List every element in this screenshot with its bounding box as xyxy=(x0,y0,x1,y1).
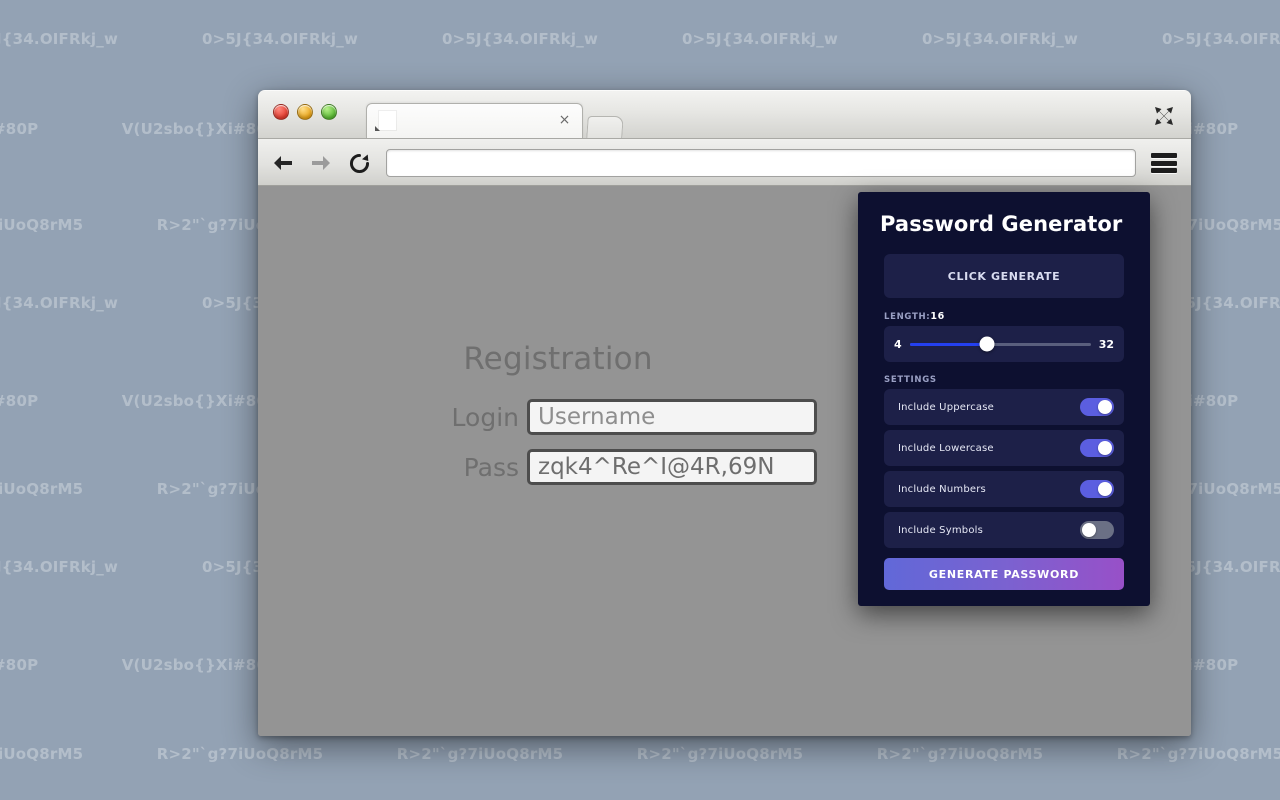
browser-title-bar: × xyxy=(258,90,1191,139)
arrow-left-icon[interactable] xyxy=(270,150,296,176)
slider-min-label: 4 xyxy=(894,337,902,351)
password-label: Pass xyxy=(463,452,519,482)
length-label: LENGTH:16 xyxy=(884,311,1136,322)
wallpaper-watermark-row: 0>5J{34.OIFRkj_w 0>5J{34.OIFRkj_w 0>5J{34.… xyxy=(0,30,1280,48)
wallpaper-watermark-text: 0>5J{34.OIFRkj_w xyxy=(921,30,1079,48)
wallpaper-watermark-text: 0>5J{34.OIFRkj_w xyxy=(1161,30,1280,48)
length-label-prefix: LENGTH: xyxy=(884,312,931,322)
wallpaper-watermark-text: 0>5J{34.OIFRkj_w xyxy=(0,294,119,312)
wallpaper-watermark-text: R>2"`g?7iUoQ8rM5 xyxy=(636,745,804,763)
toggle-include-lowercase[interactable]: Include Lowercase xyxy=(884,430,1124,466)
wallpaper-watermark-text: R>2"`g?7iUoQ8rM5 xyxy=(0,216,84,234)
form-row-password: Pass zqk4^Re^I@4R,69N xyxy=(258,449,858,485)
new-tab-button[interactable] xyxy=(586,116,624,138)
wallpaper-watermark-text: 0>5J{34.OIFRkj_w xyxy=(441,30,599,48)
generate-password-button[interactable]: GENERATE PASSWORD xyxy=(884,558,1124,590)
arrow-right-icon[interactable] xyxy=(308,150,334,176)
wallpaper-watermark-text: R>2"`g?7iUoQ8rM5 xyxy=(156,745,324,763)
slider-max-label: 32 xyxy=(1098,337,1114,351)
minimize-window-button[interactable] xyxy=(297,104,313,120)
expand-arrows-icon[interactable] xyxy=(1153,105,1175,127)
wallpaper-watermark-text: V(U2sbo{}Xi#80P xyxy=(0,656,39,674)
login-label: Login xyxy=(451,402,519,432)
blank-page-favicon-icon xyxy=(379,111,396,130)
password-generator-title: Password Generator xyxy=(880,212,1123,236)
wallpaper-watermark-row: R>2"`g?7iUoQ8rM5 R>2"`g?7iUoQ8rM5 R>2"`g?7… xyxy=(0,745,1280,763)
hamburger-menu-icon[interactable] xyxy=(1151,151,1177,175)
url-input[interactable] xyxy=(386,149,1136,177)
tab-strip: × xyxy=(366,103,624,138)
toggle-include-lowercase-switch[interactable] xyxy=(1080,439,1114,457)
wallpaper-watermark-text: V(U2sbo{}Xi#80P xyxy=(0,392,39,410)
wallpaper-watermark-text: R>2"`g?7iUoQ8rM5 xyxy=(396,745,564,763)
reload-icon[interactable] xyxy=(346,150,372,176)
wallpaper-watermark-text: 0>5J{34.OIFRkj_w xyxy=(0,558,119,576)
length-slider[interactable] xyxy=(909,336,1091,352)
length-value: 16 xyxy=(930,311,945,322)
browser-tab[interactable]: × xyxy=(366,103,583,138)
wallpaper-watermark-text: R>2"`g?7iUoQ8rM5 xyxy=(0,745,84,763)
length-slider-card: 4 32 xyxy=(884,326,1124,362)
toggle-include-symbols-label: Include Symbols xyxy=(898,524,984,536)
toggle-include-lowercase-label: Include Lowercase xyxy=(898,442,994,454)
wallpaper-watermark-text: 0>5J{34.OIFRkj_w xyxy=(0,30,119,48)
wallpaper-watermark-text: R>2"`g?7iUoQ8rM5 xyxy=(1116,745,1280,763)
generated-password-display[interactable]: CLICK GENERATE xyxy=(884,254,1124,298)
wallpaper-watermark-text: 0>5J{34.OIFRkj_w xyxy=(681,30,839,48)
toggle-include-symbols-switch[interactable] xyxy=(1080,521,1114,539)
wallpaper-watermark-text: R>2"`g?7iUoQ8rM5 xyxy=(0,480,84,498)
page-title: Registration xyxy=(463,341,653,377)
toggle-include-numbers-switch[interactable] xyxy=(1080,480,1114,498)
wallpaper-watermark-text: V(U2sbo{}Xi#80P xyxy=(0,120,39,138)
slider-fill xyxy=(909,342,988,346)
toggle-include-uppercase-switch[interactable] xyxy=(1080,398,1114,416)
password-generator-panel: Password Generator CLICK GENERATE LENGTH… xyxy=(858,192,1150,606)
close-tab-icon[interactable]: × xyxy=(557,113,572,128)
maximize-window-button[interactable] xyxy=(321,104,337,120)
slider-thumb[interactable] xyxy=(979,336,995,352)
toggle-include-symbols[interactable]: Include Symbols xyxy=(884,512,1124,548)
toggle-include-uppercase-label: Include Uppercase xyxy=(898,401,995,413)
form-row-login: Login Username xyxy=(258,399,858,435)
toggle-include-numbers[interactable]: Include Numbers xyxy=(884,471,1124,507)
desktop-backdrop: 0>5J{34.OIFRkj_w 0>5J{34.OIFRkj_w 0>5J{34.… xyxy=(0,0,1280,800)
toggle-include-uppercase[interactable]: Include Uppercase xyxy=(884,389,1124,425)
wallpaper-watermark-text: 0>5J{34.OIFRkj_w xyxy=(201,30,359,48)
browser-toolbar xyxy=(258,139,1191,186)
toggle-include-numbers-label: Include Numbers xyxy=(898,483,986,495)
close-window-button[interactable] xyxy=(273,104,289,120)
wallpaper-watermark-text: R>2"`g?7iUoQ8rM5 xyxy=(876,745,1044,763)
registration-form: Registration Login Username Pass zqk4^Re… xyxy=(258,341,858,499)
settings-label: SETTINGS xyxy=(884,375,937,385)
window-controls xyxy=(273,104,337,120)
password-input[interactable]: zqk4^Re^I@4R,69N xyxy=(527,449,817,485)
login-input[interactable]: Username xyxy=(527,399,817,435)
